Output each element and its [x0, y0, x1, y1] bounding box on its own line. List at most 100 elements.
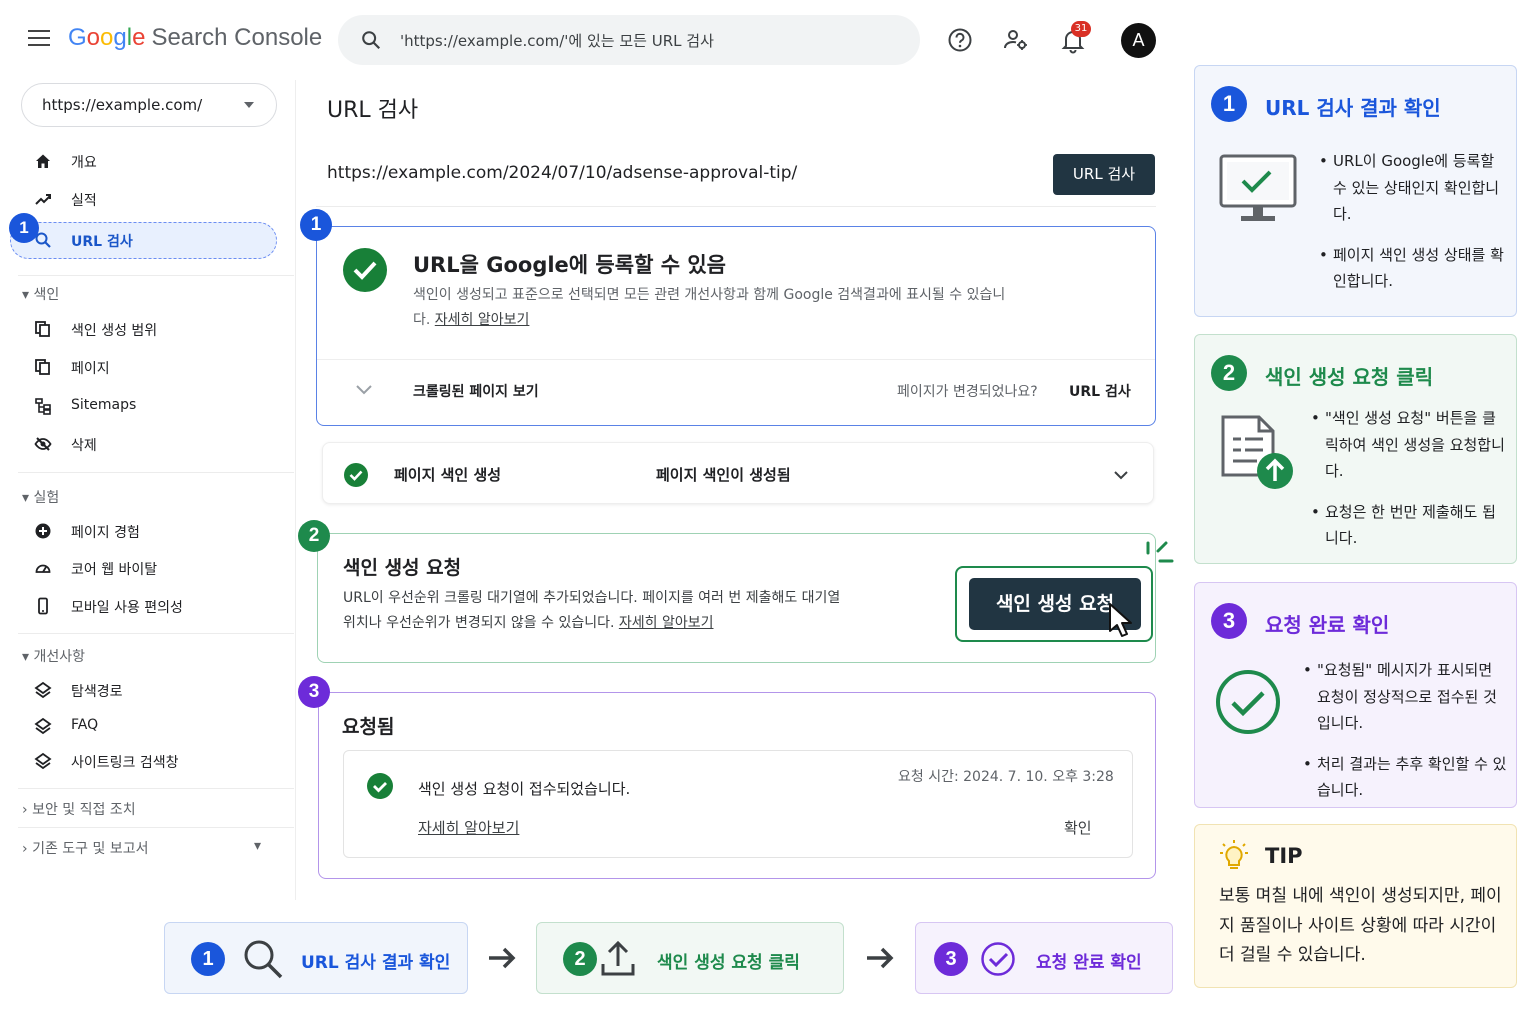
guide-step-3: 3 요청 완료 확인 "요청됨" 메시지가 표시되면 요청이 정상적으로 접수된… — [1194, 582, 1517, 808]
sidebar-item-performance[interactable]: 실적 — [0, 181, 290, 217]
view-crawled-page[interactable]: 크롤링된 페이지 보기 — [413, 381, 539, 401]
sidebar-item-pages[interactable]: 페이지 — [0, 349, 290, 385]
guide-number: 3 — [1211, 603, 1247, 639]
property-selector[interactable]: https://example.com/ — [21, 83, 277, 127]
chevron-down-icon[interactable] — [1113, 469, 1129, 481]
guide-step-1: 1 URL 검사 결과 확인 URL이 Google에 등록할 수 있는 상태인… — [1194, 65, 1517, 317]
sitemap-icon — [35, 398, 51, 415]
sidebar-item-page-experience[interactable]: 페이지 경험 — [0, 513, 290, 549]
sidebar-item-label: 사이트링크 검색창 — [71, 755, 179, 771]
divider — [18, 788, 294, 789]
request-description: URL이 우선순위 크롤링 대기열에 추가되었습니다. 페이지를 여러 번 제출… — [343, 590, 841, 631]
flow-step-2: 2 색인 생성 요청 클릭 — [536, 922, 844, 994]
ok-button[interactable]: 확인 — [1064, 817, 1092, 838]
sidebar-item-removals[interactable]: 삭제 — [0, 426, 290, 462]
guide-bullet: 요청은 한 번만 제출해도 됩니다. — [1311, 499, 1509, 552]
status-card: URL을 Google에 등록할 수 있음 색인이 생성되고 표준으로 선택되면… — [316, 226, 1156, 426]
manage-users-icon[interactable] — [1002, 26, 1030, 54]
step-marker-1: 1 — [300, 209, 332, 241]
upload-icon — [601, 940, 635, 976]
sidebar-item-label: FAQ — [71, 717, 99, 733]
sidebar-item-mobile-usability[interactable]: 모바일 사용 편의성 — [0, 588, 290, 624]
request-button-highlight: 색인 생성 요청 — [955, 566, 1153, 642]
sidebar-item-sitemaps[interactable]: Sitemaps — [0, 388, 290, 424]
sidebar-item-overview[interactable]: 개요 — [0, 143, 290, 179]
tip-title: TIP — [1265, 844, 1303, 868]
sidebar-item-sitelinks-searchbox[interactable]: 사이트링크 검색창 — [0, 743, 290, 779]
search-placeholder: 'https://example.com/'에 있는 모든 URL 검사 — [400, 32, 714, 50]
guide-title: 색인 생성 요청 클릭 — [1265, 365, 1434, 389]
flow-number: 3 — [934, 942, 968, 976]
main-content: URL 검사 https://example.com/2024/07/10/ad… — [296, 80, 1180, 900]
guide-step-2: 2 색인 생성 요청 클릭 "색인 생성 요청" 버튼을 클릭하여 색인 생성을… — [1194, 334, 1517, 564]
divider — [317, 359, 1155, 360]
requested-title: 요청됨 — [342, 716, 395, 738]
indexing-value: 페이지 색인이 생성됨 — [656, 466, 791, 484]
check-circle-icon — [981, 942, 1015, 976]
arrow-right-icon — [867, 947, 894, 969]
confirmation-message: 색인 생성 요청이 접수되었습니다. — [418, 780, 631, 798]
sidebar-item-coverage[interactable]: 색인 생성 범위 — [0, 311, 290, 347]
status-title: URL을 Google에 등록할 수 있음 — [413, 253, 726, 277]
reinspect-link[interactable]: URL 검사 — [1069, 381, 1131, 401]
sidebar-item-label: 탐색경로 — [71, 684, 123, 700]
section-index[interactable]: ▾ 색인 — [22, 284, 59, 304]
guide-bullet: "요청됨" 메시지가 표시되면 요청이 정상적으로 접수된 것입니다. — [1303, 657, 1509, 737]
arrow-right-icon — [489, 947, 516, 969]
top-bar: Google Search Console 'https://example.co… — [0, 0, 1180, 80]
section-enhancements[interactable]: ▾ 개선사항 — [22, 646, 85, 666]
check-circle-icon — [1216, 670, 1280, 734]
sidebar-item-label: 삭제 — [71, 438, 97, 454]
sidebar-item-label: 코어 웹 바이탈 — [71, 562, 158, 578]
sidebar-item-core-web-vitals[interactable]: 코어 웹 바이탈 — [0, 550, 290, 586]
menu-icon[interactable] — [28, 30, 50, 48]
search-input[interactable]: 'https://example.com/'에 있는 모든 URL 검사 — [338, 15, 920, 65]
sidebar-item-breadcrumbs[interactable]: 탐색경로 — [0, 672, 290, 708]
chevron-down-icon[interactable]: ▾ — [254, 838, 261, 854]
search-icon — [362, 31, 381, 50]
copy-icon — [35, 359, 50, 375]
sidebar-item-label: 개요 — [71, 155, 97, 171]
divider — [18, 275, 294, 276]
learn-more-link[interactable]: 자세히 알아보기 — [435, 312, 530, 328]
indexing-label: 페이지 색인 생성 — [394, 466, 502, 484]
guide-bullets: "색인 생성 요청" 버튼을 클릭하여 색인 생성을 요청합니다. 요청은 한 … — [1311, 405, 1509, 566]
request-indexing-card: 색인 생성 요청 URL이 우선순위 크롤링 대기열에 추가되었습니다. 페이지… — [317, 533, 1174, 663]
plus-circle-icon — [35, 523, 51, 539]
section-legacy-tools[interactable]: › 기존 도구 및 보고서 — [22, 838, 148, 858]
sidebar-item-label: URL 검사 — [71, 234, 133, 250]
section-experience[interactable]: ▾ 실험 — [22, 487, 59, 507]
learn-more-link[interactable]: 자세히 알아보기 — [418, 817, 519, 838]
divider — [18, 472, 294, 473]
chevron-down-icon[interactable] — [355, 383, 373, 397]
guide-bullets: "요청됨" 메시지가 표시되면 요청이 정상적으로 접수된 것입니다. 처리 결… — [1303, 657, 1509, 818]
sidebar-item-label: 페이지 — [71, 361, 110, 377]
page-changed-question: 페이지가 변경되었나요? — [897, 384, 1038, 400]
check-circle-icon — [344, 463, 368, 487]
learn-more-link[interactable]: 자세히 알아보기 — [619, 615, 714, 631]
sidebar-item-url-inspection[interactable]: URL 검사 — [0, 222, 290, 259]
document-upload-icon — [1221, 415, 1293, 489]
guide-title: 요청 완료 확인 — [1265, 613, 1390, 637]
monitor-check-icon — [1219, 154, 1297, 221]
page-title: URL 검사 — [327, 98, 419, 123]
layers-icon — [34, 752, 52, 770]
help-icon[interactable] — [946, 26, 974, 54]
tip-text: 보통 며칠 내에 색인이 생성되지만, 페이지 품질이나 사이트 상황에 따라 … — [1219, 886, 1502, 965]
sidebar-item-label: Sitemaps — [71, 397, 137, 413]
guide-bullet: URL이 Google에 등록할 수 있는 상태인지 확인합니다. — [1319, 148, 1509, 228]
inspect-url-button[interactable]: URL 검사 — [1053, 154, 1155, 195]
product-name: Search Console — [151, 24, 323, 51]
sidebar-item-faq[interactable]: FAQ — [0, 708, 290, 744]
avatar[interactable]: A — [1121, 23, 1156, 58]
step-marker-3: 3 — [298, 676, 330, 708]
copy-icon — [35, 321, 50, 337]
tip-card: TIP 보통 며칠 내에 색인이 생성되지만, 페이지 품질이나 사이트 상황에… — [1194, 824, 1517, 988]
sidebar-item-label: 모바일 사용 편의성 — [71, 600, 183, 616]
click-sparkle-icon — [1146, 541, 1174, 563]
guide-number: 2 — [1211, 355, 1247, 391]
page-indexing-row[interactable]: 페이지 색인 생성 페이지 색인이 생성됨 — [322, 442, 1154, 504]
layers-icon — [34, 717, 52, 735]
section-security[interactable]: › 보안 및 직접 조치 — [22, 799, 136, 819]
logo[interactable]: Google Search Console — [68, 24, 322, 52]
